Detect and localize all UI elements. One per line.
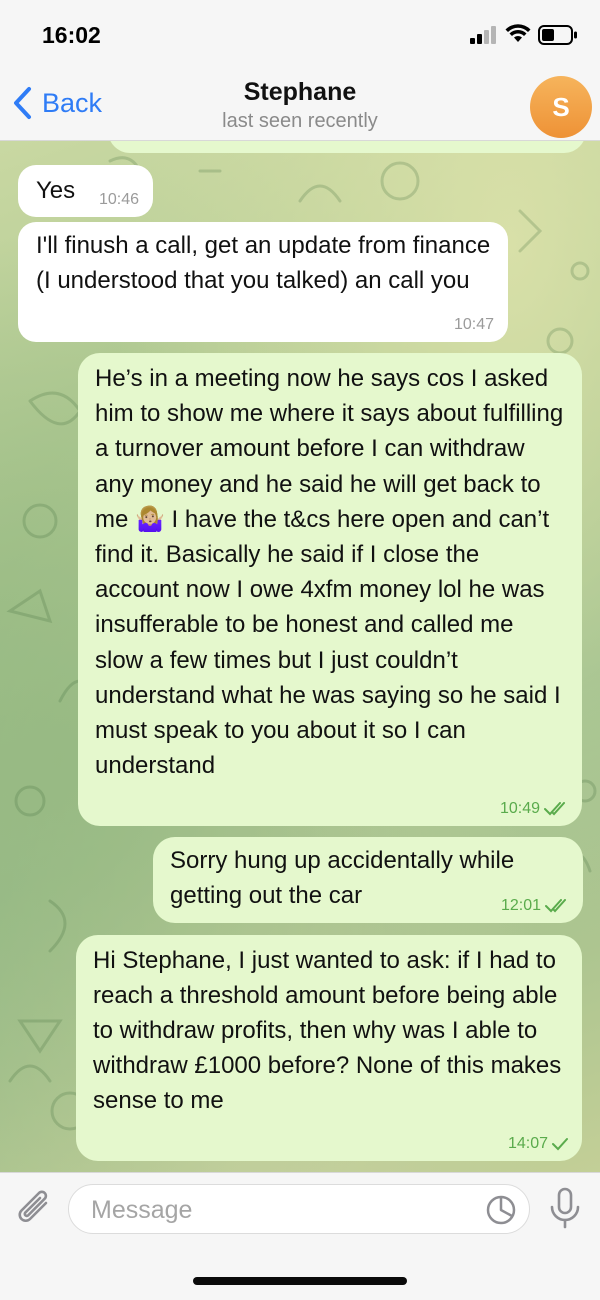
cellular-signal-icon bbox=[470, 26, 496, 44]
composer-bar bbox=[0, 1172, 600, 1300]
wifi-icon bbox=[505, 24, 531, 42]
double-check-icon bbox=[544, 802, 565, 816]
message-bubble-incoming[interactable]: I'll finush a call, get an update from f… bbox=[18, 222, 508, 342]
status-time: 16:02 bbox=[42, 22, 101, 48]
message-time: 10:47 bbox=[453, 316, 494, 333]
message-meta: 12:01 bbox=[501, 897, 569, 915]
message-time: 14:07 bbox=[507, 1135, 548, 1152]
microphone-icon[interactable] bbox=[548, 1187, 582, 1231]
message-bubble-outgoing[interactable]: Hi Stephane, I just wanted to ask: if I … bbox=[76, 935, 582, 1161]
message-input[interactable] bbox=[89, 1185, 473, 1235]
message-bubble-incoming[interactable]: Yes 10:46 bbox=[18, 165, 153, 217]
home-indicator[interactable] bbox=[193, 1277, 407, 1285]
battery-icon bbox=[538, 25, 577, 45]
chat-area[interactable]: Yes 10:46 I'll finush a call, get an upd… bbox=[0, 141, 600, 1172]
message-time: 12:01 bbox=[500, 897, 541, 914]
message-time: 10:46 bbox=[98, 191, 139, 208]
message-text: He’s in a meeting now he says cos I aske… bbox=[95, 365, 564, 780]
message-time: 10:49 bbox=[499, 800, 540, 817]
message-bubble-outgoing[interactable]: Sorry hung up accidentally while getting… bbox=[153, 837, 583, 923]
double-check-icon bbox=[545, 899, 566, 913]
message-text: Hi Stephane, I just wanted to ask: if I … bbox=[93, 947, 562, 1114]
message-bubble-outgoing[interactable]: He’s in a meeting now he says cos I aske… bbox=[78, 353, 582, 826]
message-meta: 10:49 bbox=[500, 800, 568, 818]
chat-status: last seen recently bbox=[222, 110, 378, 132]
avatar[interactable]: S bbox=[530, 76, 592, 138]
message-meta: 14:07 bbox=[508, 1135, 568, 1153]
header-bar: 16:02 Back Stephane last seen recently S bbox=[0, 0, 600, 141]
message-text: I'll finush a call, get an update from f… bbox=[36, 232, 491, 294]
chat-title[interactable]: Stephane bbox=[0, 78, 600, 107]
message-field bbox=[68, 1184, 530, 1235]
message-bubble-partial bbox=[108, 141, 586, 153]
attach-icon[interactable] bbox=[16, 1189, 54, 1229]
sticker-icon[interactable] bbox=[485, 1194, 517, 1226]
single-check-icon bbox=[552, 1138, 568, 1151]
